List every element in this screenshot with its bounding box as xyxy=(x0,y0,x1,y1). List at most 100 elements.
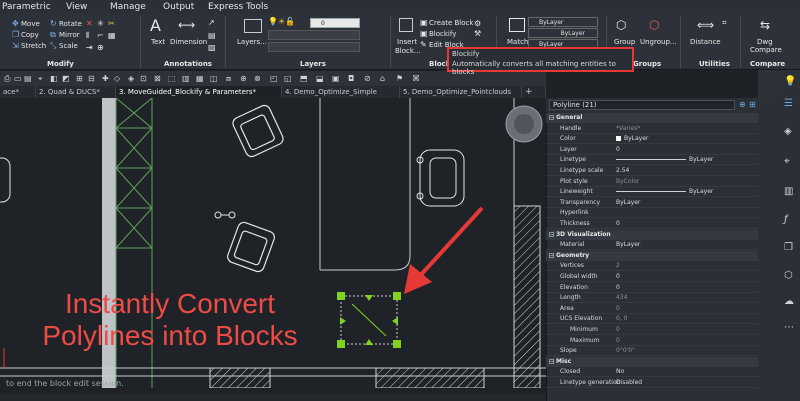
add-tab-button[interactable]: + xyxy=(522,86,546,98)
property-row[interactable]: Handle *Varies* xyxy=(546,124,758,134)
match-button[interactable]: Match xyxy=(507,38,528,46)
toolbar-tool-icon[interactable]: ▤ xyxy=(24,74,32,83)
layer-dropdown[interactable]: 0 xyxy=(310,18,360,28)
property-value[interactable]: 2.54 xyxy=(616,166,629,176)
property-row[interactable]: Hyperlink xyxy=(546,208,758,219)
property-value[interactable]: ByLayer xyxy=(616,155,713,165)
property-row[interactable]: Layer 0 xyxy=(546,145,758,155)
toolbar-tool-icon[interactable]: ✚ xyxy=(102,74,109,83)
leader-icon[interactable]: ↗ xyxy=(208,18,215,27)
toolbar-tool-icon[interactable]: ◈ xyxy=(128,74,134,83)
dwg-compare-dwg-label[interactable]: Dwg xyxy=(757,38,773,46)
toolbar-tool-icon[interactable]: ▦ xyxy=(196,74,204,83)
insert-block-label[interactable]: Block... xyxy=(395,47,421,55)
dimension-button[interactable]: Dimension xyxy=(170,38,207,46)
toolbar-tool-icon[interactable]: ▣ xyxy=(332,74,340,83)
property-row[interactable]: Thickness 0 xyxy=(546,219,758,229)
trim-icon[interactable]: ✂ xyxy=(108,19,115,28)
create-block-icon[interactable]: ▣ xyxy=(420,18,428,27)
library-icon[interactable]: ▥ xyxy=(784,186,793,197)
collapse-icon[interactable]: − xyxy=(549,231,554,237)
toolbar-tool-icon[interactable]: ⊟ xyxy=(88,74,95,83)
property-row[interactable]: Color ByLayer xyxy=(546,134,758,145)
toolbar-tool-icon[interactable]: ◫ xyxy=(210,74,218,83)
toolbar-tool-icon[interactable]: ⊠ xyxy=(154,74,161,83)
dwg-compare-button[interactable]: Compare xyxy=(750,46,782,54)
property-row[interactable]: Global width 0 xyxy=(546,272,758,282)
distance-button[interactable]: Distance xyxy=(690,38,721,46)
print-icon[interactable]: ⎙ xyxy=(4,74,10,84)
property-value[interactable]: 0 xyxy=(616,336,620,346)
erase-icon[interactable]: ✕ xyxy=(86,19,93,28)
toolbar-tool-icon[interactable]: ▥ xyxy=(182,74,190,83)
property-value[interactable]: No xyxy=(616,367,624,377)
property-row[interactable]: Linetype generation Disabled xyxy=(546,378,758,388)
property-value[interactable]: 0°0'0" xyxy=(616,346,635,356)
blockify-button[interactable]: Blockify xyxy=(429,30,456,38)
tab-document-2[interactable]: 2. Quad & DUCS* xyxy=(36,86,116,98)
property-value[interactable]: ByLayer xyxy=(616,134,648,144)
property-value[interactable]: ByColor xyxy=(616,177,639,187)
property-row[interactable]: Plot style ByColor xyxy=(546,177,758,187)
tab-document-1[interactable]: ace* xyxy=(0,86,36,98)
property-value[interactable]: 0 xyxy=(616,304,620,314)
toolbar-tool-icon[interactable]: ◰ xyxy=(270,74,278,83)
compare-icon[interactable]: ⇆ xyxy=(760,18,770,32)
layers-icon[interactable] xyxy=(244,19,262,33)
property-row[interactable]: Elevation 0 xyxy=(546,283,758,293)
menu-parametric[interactable]: Parametric xyxy=(2,2,51,12)
toggle-pickadd-icon[interactable]: ⊞ xyxy=(749,100,756,109)
layers-panel-icon[interactable]: ◈ xyxy=(784,126,792,137)
mirror-button[interactable]: Mirror xyxy=(59,31,80,39)
property-value[interactable]: *Varies* xyxy=(616,124,640,134)
match-properties-icon[interactable] xyxy=(509,18,525,32)
tab-document-3[interactable]: 3. MoveGuided_Blockify & Parameters* xyxy=(116,86,282,98)
property-value[interactable]: ByLayer xyxy=(616,198,640,208)
toolbar-tool-icon[interactable]: ◇ xyxy=(114,74,120,83)
property-row[interactable]: Vertices 2 xyxy=(546,261,758,272)
text-button[interactable]: Text xyxy=(151,38,165,46)
text-icon[interactable]: A xyxy=(150,16,161,35)
navigation-wheel-center[interactable] xyxy=(514,114,534,134)
toolbar-tool-icon[interactable]: ⊘ xyxy=(364,74,371,83)
menu-output[interactable]: Output xyxy=(163,2,194,12)
array-icon[interactable]: ▦ xyxy=(108,31,116,40)
color-dropdown[interactable]: ByLayer xyxy=(528,17,598,27)
cloud-icon[interactable]: ☁ xyxy=(784,296,794,307)
property-value[interactable]: 0, 0 xyxy=(616,314,627,324)
group-icon[interactable]: ⬡ xyxy=(616,18,626,32)
join-icon[interactable]: ⊕ xyxy=(97,43,104,52)
tab-document-5[interactable]: 5. Demo_Optimize_Pointclouds xyxy=(400,86,522,98)
collapse-icon[interactable]: − xyxy=(549,358,554,364)
property-row[interactable]: Transparency ByLayer xyxy=(546,198,758,208)
toolbar-tool-icon[interactable]: ⊡ xyxy=(140,74,147,83)
selection-dropdown[interactable]: Polyline (21) xyxy=(549,100,735,110)
toolbar-tool-icon[interactable]: ⬓ xyxy=(316,74,324,83)
stretch-icon[interactable]: ⇲ xyxy=(12,41,19,50)
scale-icon[interactable]: ⤡ xyxy=(50,41,56,51)
property-value[interactable]: 0 xyxy=(616,325,620,335)
property-section-header[interactable]: − Geometry xyxy=(546,250,758,261)
layers-button[interactable]: Layers... xyxy=(237,38,267,46)
property-row[interactable]: Slope 0°0'0" xyxy=(546,346,758,357)
linetype-dropdown[interactable]: ByLayer xyxy=(528,28,598,38)
distance-icon[interactable]: ⟺ xyxy=(697,18,714,32)
dimension-icon[interactable]: ⟷ xyxy=(178,18,195,32)
collapse-icon[interactable]: − xyxy=(549,115,554,121)
toolbar-tool-icon[interactable]: ⌘ xyxy=(412,74,420,83)
property-value[interactable]: 2 xyxy=(616,261,620,271)
toolbar-tool-icon[interactable]: ⚑ xyxy=(396,74,403,83)
toolbar-tool-icon[interactable]: ◘ xyxy=(348,74,354,83)
ungroup-icon[interactable]: ⬡ xyxy=(649,18,659,32)
property-row[interactable]: Linetype scale 2.54 xyxy=(546,166,758,176)
toolbar-tool-icon[interactable]: ⊗ xyxy=(254,74,261,83)
toolbar-tool-icon[interactable]: ⬚ xyxy=(168,74,176,83)
toolbar-tool-icon[interactable]: ⌂ xyxy=(380,74,385,83)
property-section-header[interactable]: − General xyxy=(546,113,758,123)
selected-polyline[interactable] xyxy=(337,292,401,348)
property-section-header[interactable]: −3D Visualization xyxy=(546,229,758,240)
select-objects-icon[interactable]: ⊕ xyxy=(739,100,746,109)
rotate-icon[interactable]: ↻ xyxy=(50,19,57,28)
move-icon[interactable]: ✥ xyxy=(12,19,19,28)
property-value[interactable]: 0 xyxy=(616,283,620,293)
